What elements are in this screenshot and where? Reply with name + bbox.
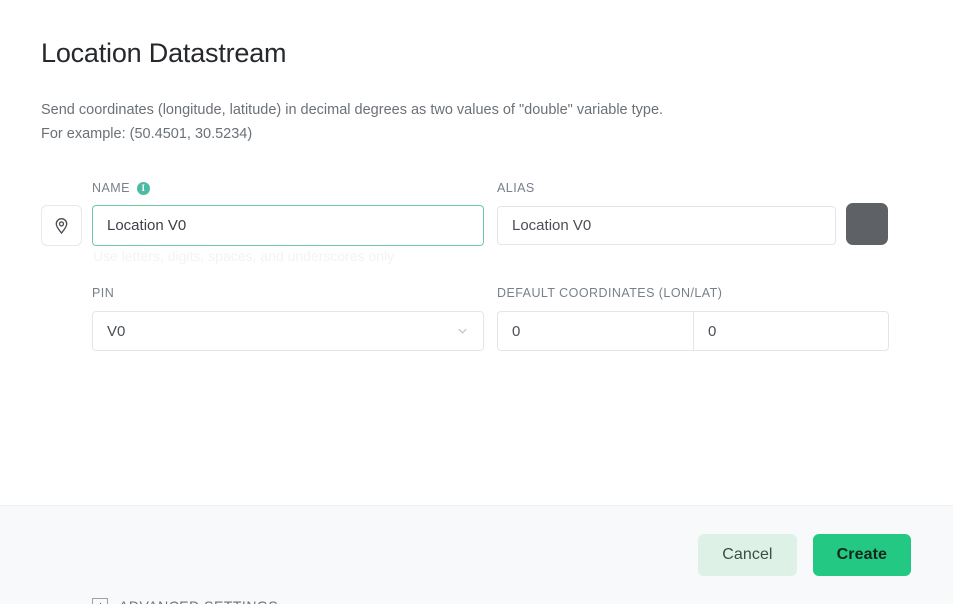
coordinates-field-label: DEFAULT COORDINATES (LON/LAT) — [497, 286, 722, 300]
dialog-footer: Cancel Create — [0, 505, 953, 604]
pin-select[interactable]: V0 — [92, 311, 484, 351]
description-line-2: For example: (50.4501, 30.5234) — [41, 126, 253, 142]
map-pin-icon — [55, 218, 68, 235]
coordinates-input-group — [497, 311, 889, 351]
name-helper-text: Use letters, digits, spaces, and undersc… — [93, 248, 395, 264]
alias-field-label: ALIAS — [497, 181, 535, 195]
description-line-1: Send coordinates (longitude, latitude) i… — [41, 102, 664, 118]
info-icon[interactable]: i — [136, 181, 150, 195]
pin-select-value: V0 — [107, 322, 126, 340]
name-input[interactable] — [92, 205, 484, 246]
pin-select-box[interactable]: V0 — [92, 311, 484, 351]
map-pin-button[interactable] — [41, 205, 82, 246]
cancel-button[interactable]: Cancel — [698, 534, 797, 576]
longitude-input[interactable] — [497, 311, 693, 351]
color-swatch-button[interactable] — [846, 203, 888, 245]
page-title: Location Datastream — [41, 38, 287, 68]
advanced-settings-label: ADVANCED SETTINGS — [119, 598, 278, 604]
create-button[interactable]: Create — [812, 534, 911, 576]
advanced-settings-toggle[interactable]: ADVANCED SETTINGS — [92, 598, 278, 604]
latitude-input[interactable] — [693, 311, 889, 351]
pin-label-text: PIN — [92, 286, 115, 300]
plus-box-icon — [92, 598, 108, 604]
pin-field-label: PIN — [92, 286, 114, 300]
dialog-body: Location Datastream Send coordinates (lo… — [0, 0, 953, 604]
location-datastream-dialog: Location Datastream Send coordinates (lo… — [0, 0, 953, 604]
coordinates-label-text: DEFAULT COORDINATES (LON/LAT) — [497, 286, 723, 300]
alias-input[interactable] — [497, 206, 836, 245]
alias-label-text: ALIAS — [497, 181, 535, 195]
name-label-text: NAME — [92, 181, 130, 195]
name-field-label: NAME i — [92, 181, 150, 195]
dialog-description: Send coordinates (longitude, latitude) i… — [41, 98, 663, 146]
